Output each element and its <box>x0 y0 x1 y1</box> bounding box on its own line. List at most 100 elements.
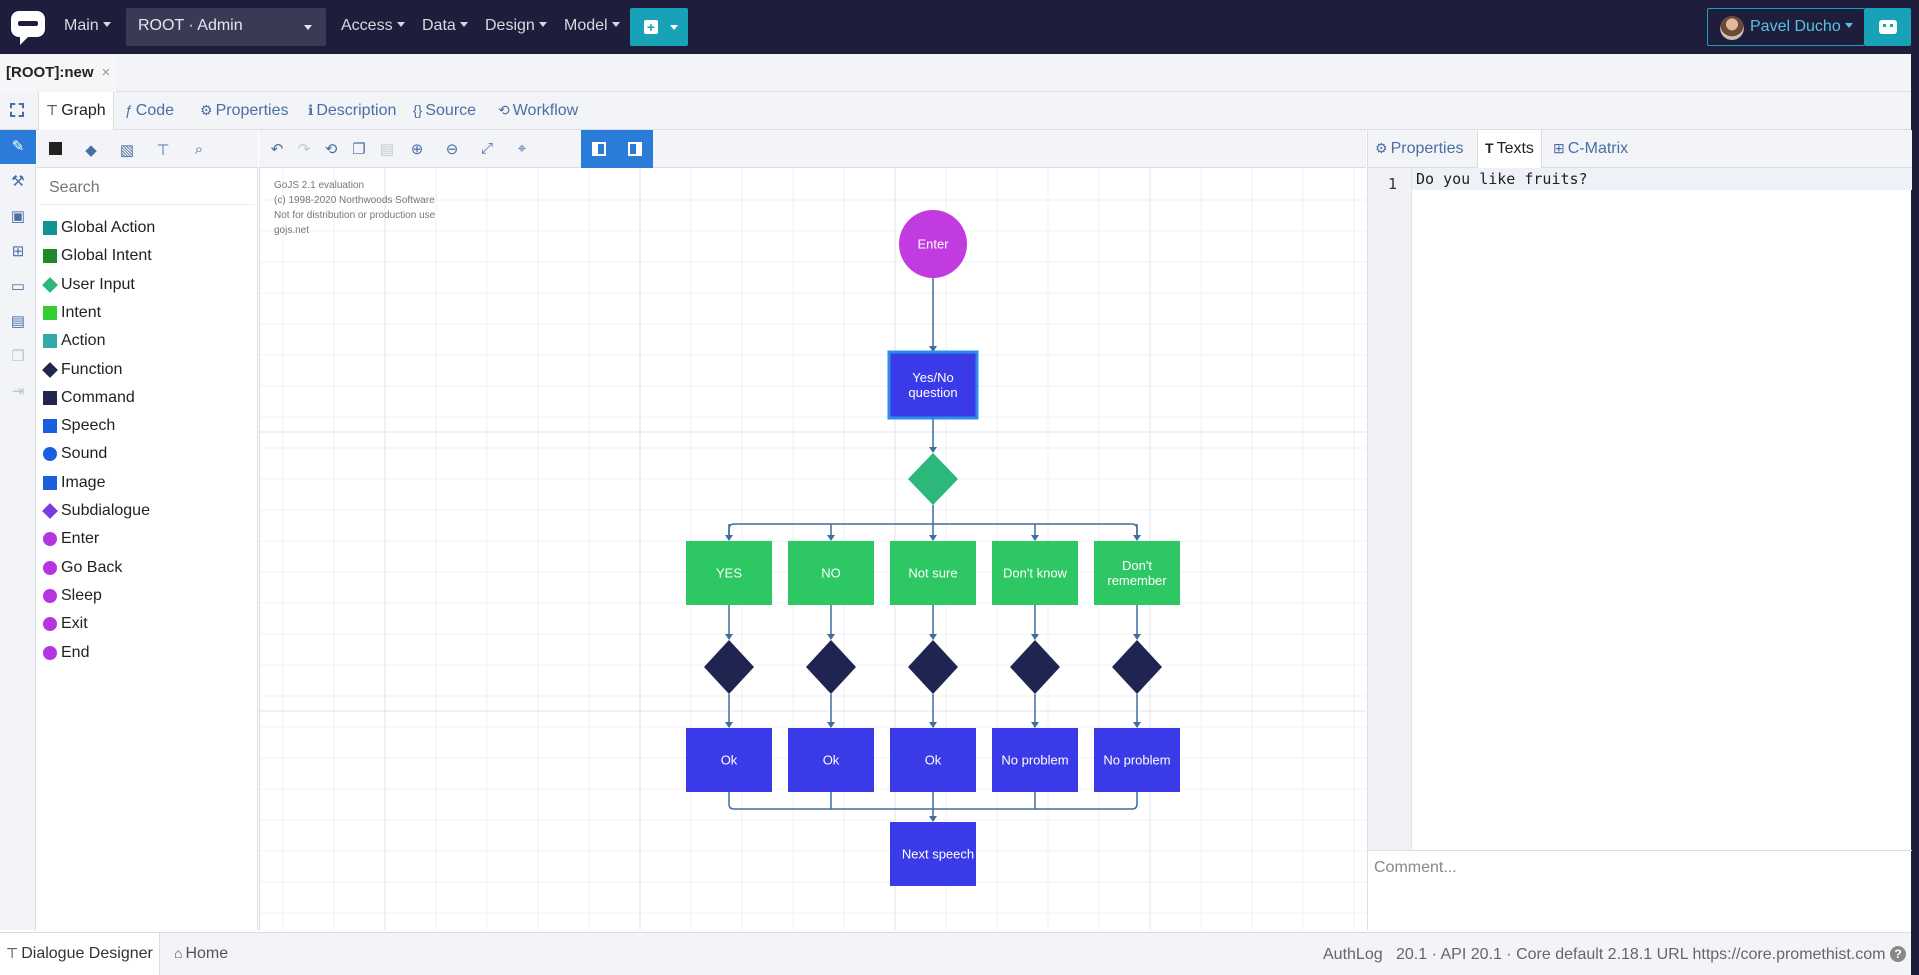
text-icon: T <box>1485 140 1494 156</box>
tab-description[interactable]: ℹ Description <box>301 92 403 130</box>
palette-item-label: Speech <box>61 417 116 435</box>
palette-item[interactable]: Sleep <box>43 584 102 608</box>
menu-main[interactable]: Main <box>64 17 111 35</box>
hammer-icon[interactable]: ⚒ <box>8 172 28 192</box>
palette-item[interactable]: Intent <box>43 301 101 325</box>
menu-access[interactable]: Access <box>341 17 405 35</box>
palette-item-label: Subdialogue <box>61 502 150 519</box>
palette-item[interactable]: User Input <box>42 273 135 297</box>
intent-node-label: NO <box>821 566 841 581</box>
comment-field[interactable]: Comment... <box>1368 850 1912 930</box>
right-panel: ⚙ Properties T Texts ⊞ C-Matrix 1 Do you li… <box>1367 130 1912 930</box>
root-selector[interactable]: ROOT · Admin <box>126 8 326 46</box>
square-swatch-icon <box>43 221 57 235</box>
edit-icon[interactable]: ✎ <box>0 130 36 164</box>
function-node <box>1010 640 1060 694</box>
dialogue-graph[interactable]: Enter Yes/No question YES Ok NO Ok Not sure Ok Do… <box>260 168 1366 930</box>
arrowhead <box>1031 535 1039 541</box>
zoom-in-icon[interactable]: ⊕ <box>408 140 426 158</box>
palette-search-input[interactable] <box>39 171 255 205</box>
square-icon[interactable] <box>46 141 64 157</box>
history-icon[interactable]: ⟲ <box>322 140 340 158</box>
toggle-left-panel-button[interactable] <box>581 130 617 168</box>
palette-item[interactable]: Action <box>43 329 105 353</box>
file-tab-root-new[interactable]: [ROOT]:new × <box>0 54 117 92</box>
home-icon: ⌂ <box>174 945 183 961</box>
tab-workflow[interactable]: ⟲ Workflow <box>491 92 585 130</box>
copy-icon[interactable]: ❐ <box>8 347 28 367</box>
bot-button[interactable] <box>1865 8 1911 46</box>
images-icon[interactable]: ▧ <box>118 141 136 159</box>
palette-item[interactable]: Speech <box>43 414 115 438</box>
right-edge-strip <box>1911 54 1919 975</box>
file-icon[interactable]: ▤ <box>8 312 28 332</box>
fit-screen-icon[interactable]: ⤢ <box>478 140 496 158</box>
palette-item[interactable]: Enter <box>43 527 99 551</box>
app-logo-icon[interactable] <box>10 8 46 46</box>
editor-tab-bar: ⊤ Graph ƒ Code ⚙ Properties ℹ Description {}… <box>0 92 1911 130</box>
table-icon: ⊞ <box>1553 140 1565 156</box>
toggle-right-panel-button[interactable] <box>617 130 653 168</box>
palette-item[interactable]: Go Back <box>43 556 122 580</box>
text-editor-line[interactable]: Do you like fruits? <box>1416 170 1588 188</box>
menu-design[interactable]: Design <box>485 17 547 35</box>
square-swatch-icon <box>43 419 57 434</box>
tab-properties[interactable]: ⚙ Properties <box>1368 130 1470 168</box>
menu-data[interactable]: Data <box>422 17 468 35</box>
folder-open-icon[interactable]: ▭ <box>8 277 28 297</box>
node-palette: ◆ ▧ ⊤ ⌕ Global Action Global Intent User I… <box>37 130 258 930</box>
graph-canvas[interactable]: GoJS 2.1 evaluation (c) 1998-2020 Northw… <box>259 168 1366 930</box>
tab-graph[interactable]: ⊤ Graph <box>38 92 114 130</box>
help-icon[interactable]: ? <box>1890 946 1906 962</box>
tab-c-matrix[interactable]: ⊞ C-Matrix <box>1546 130 1635 168</box>
intent-node-label: Not sure <box>908 566 957 581</box>
palette-item[interactable]: End <box>43 641 89 665</box>
question-node-label: Yes/No question <box>908 370 957 400</box>
palette-item[interactable]: Subdialogue <box>42 499 150 523</box>
chevron-down-icon <box>396 22 405 27</box>
tab-properties[interactable]: ⚙ Properties <box>193 92 295 130</box>
palette-item[interactable]: Global Action <box>43 216 155 240</box>
palette-item[interactable]: Sound <box>43 442 107 466</box>
palette-item-label: Image <box>61 473 106 491</box>
plus-square-icon[interactable]: ⊞ <box>8 242 28 262</box>
menu-model[interactable]: Model <box>564 17 620 35</box>
user-menu-button[interactable]: Pavel Ducho <box>1707 8 1865 46</box>
copy-icon[interactable]: ❐ <box>350 140 368 158</box>
sitemap-icon[interactable]: ⊤ <box>154 141 172 159</box>
diamond-swatch-icon <box>42 276 58 293</box>
add-new-button[interactable]: + <box>630 8 688 46</box>
palette-item[interactable]: Function <box>42 358 122 382</box>
chevron-down-icon <box>102 22 111 27</box>
shapes-icon[interactable]: ◆ <box>82 141 100 159</box>
tab-texts[interactable]: T Texts <box>1477 130 1542 168</box>
arrowhead <box>827 535 835 541</box>
plus-square-icon: + <box>644 20 658 34</box>
save-icon[interactable]: ▣ <box>8 207 28 227</box>
palette-item[interactable]: Exit <box>43 612 88 636</box>
palette-item[interactable]: Image <box>43 471 105 495</box>
palette-item[interactable]: Global Intent <box>43 244 152 268</box>
crosshairs-icon[interactable]: ⌖ <box>513 140 531 158</box>
tab-source[interactable]: {} Source <box>406 92 483 130</box>
search-icon[interactable]: ⌕ <box>190 141 208 158</box>
paste-icon[interactable]: ▤ <box>378 140 396 158</box>
line-gutter: 1 <box>1368 168 1412 850</box>
arrowhead <box>929 447 937 453</box>
function-node <box>908 640 958 694</box>
palette-item[interactable]: Command <box>43 386 135 410</box>
palette-item-label: Sound <box>61 445 108 463</box>
tab-code[interactable]: ƒ Code <box>118 92 181 130</box>
redo-icon[interactable]: ↷ <box>295 140 313 158</box>
file-tab-bar: [ROOT]:new × <box>0 54 1911 92</box>
palette-item-label: Go Back <box>61 558 123 576</box>
authlog-link[interactable]: AuthLog <box>1323 946 1383 964</box>
footer-tab-home[interactable]: ⌂ Home <box>168 933 234 975</box>
close-icon[interactable]: × <box>102 64 111 81</box>
zoom-out-icon[interactable]: ⊖ <box>443 140 461 158</box>
file-export-icon[interactable]: ⇥ <box>8 382 28 402</box>
footer-tab-dialogue-designer[interactable]: ⊤ Dialogue Designer <box>0 933 160 975</box>
undo-icon[interactable]: ↶ <box>268 140 286 158</box>
square-swatch-icon <box>43 249 57 264</box>
expand-icon[interactable] <box>10 103 24 117</box>
